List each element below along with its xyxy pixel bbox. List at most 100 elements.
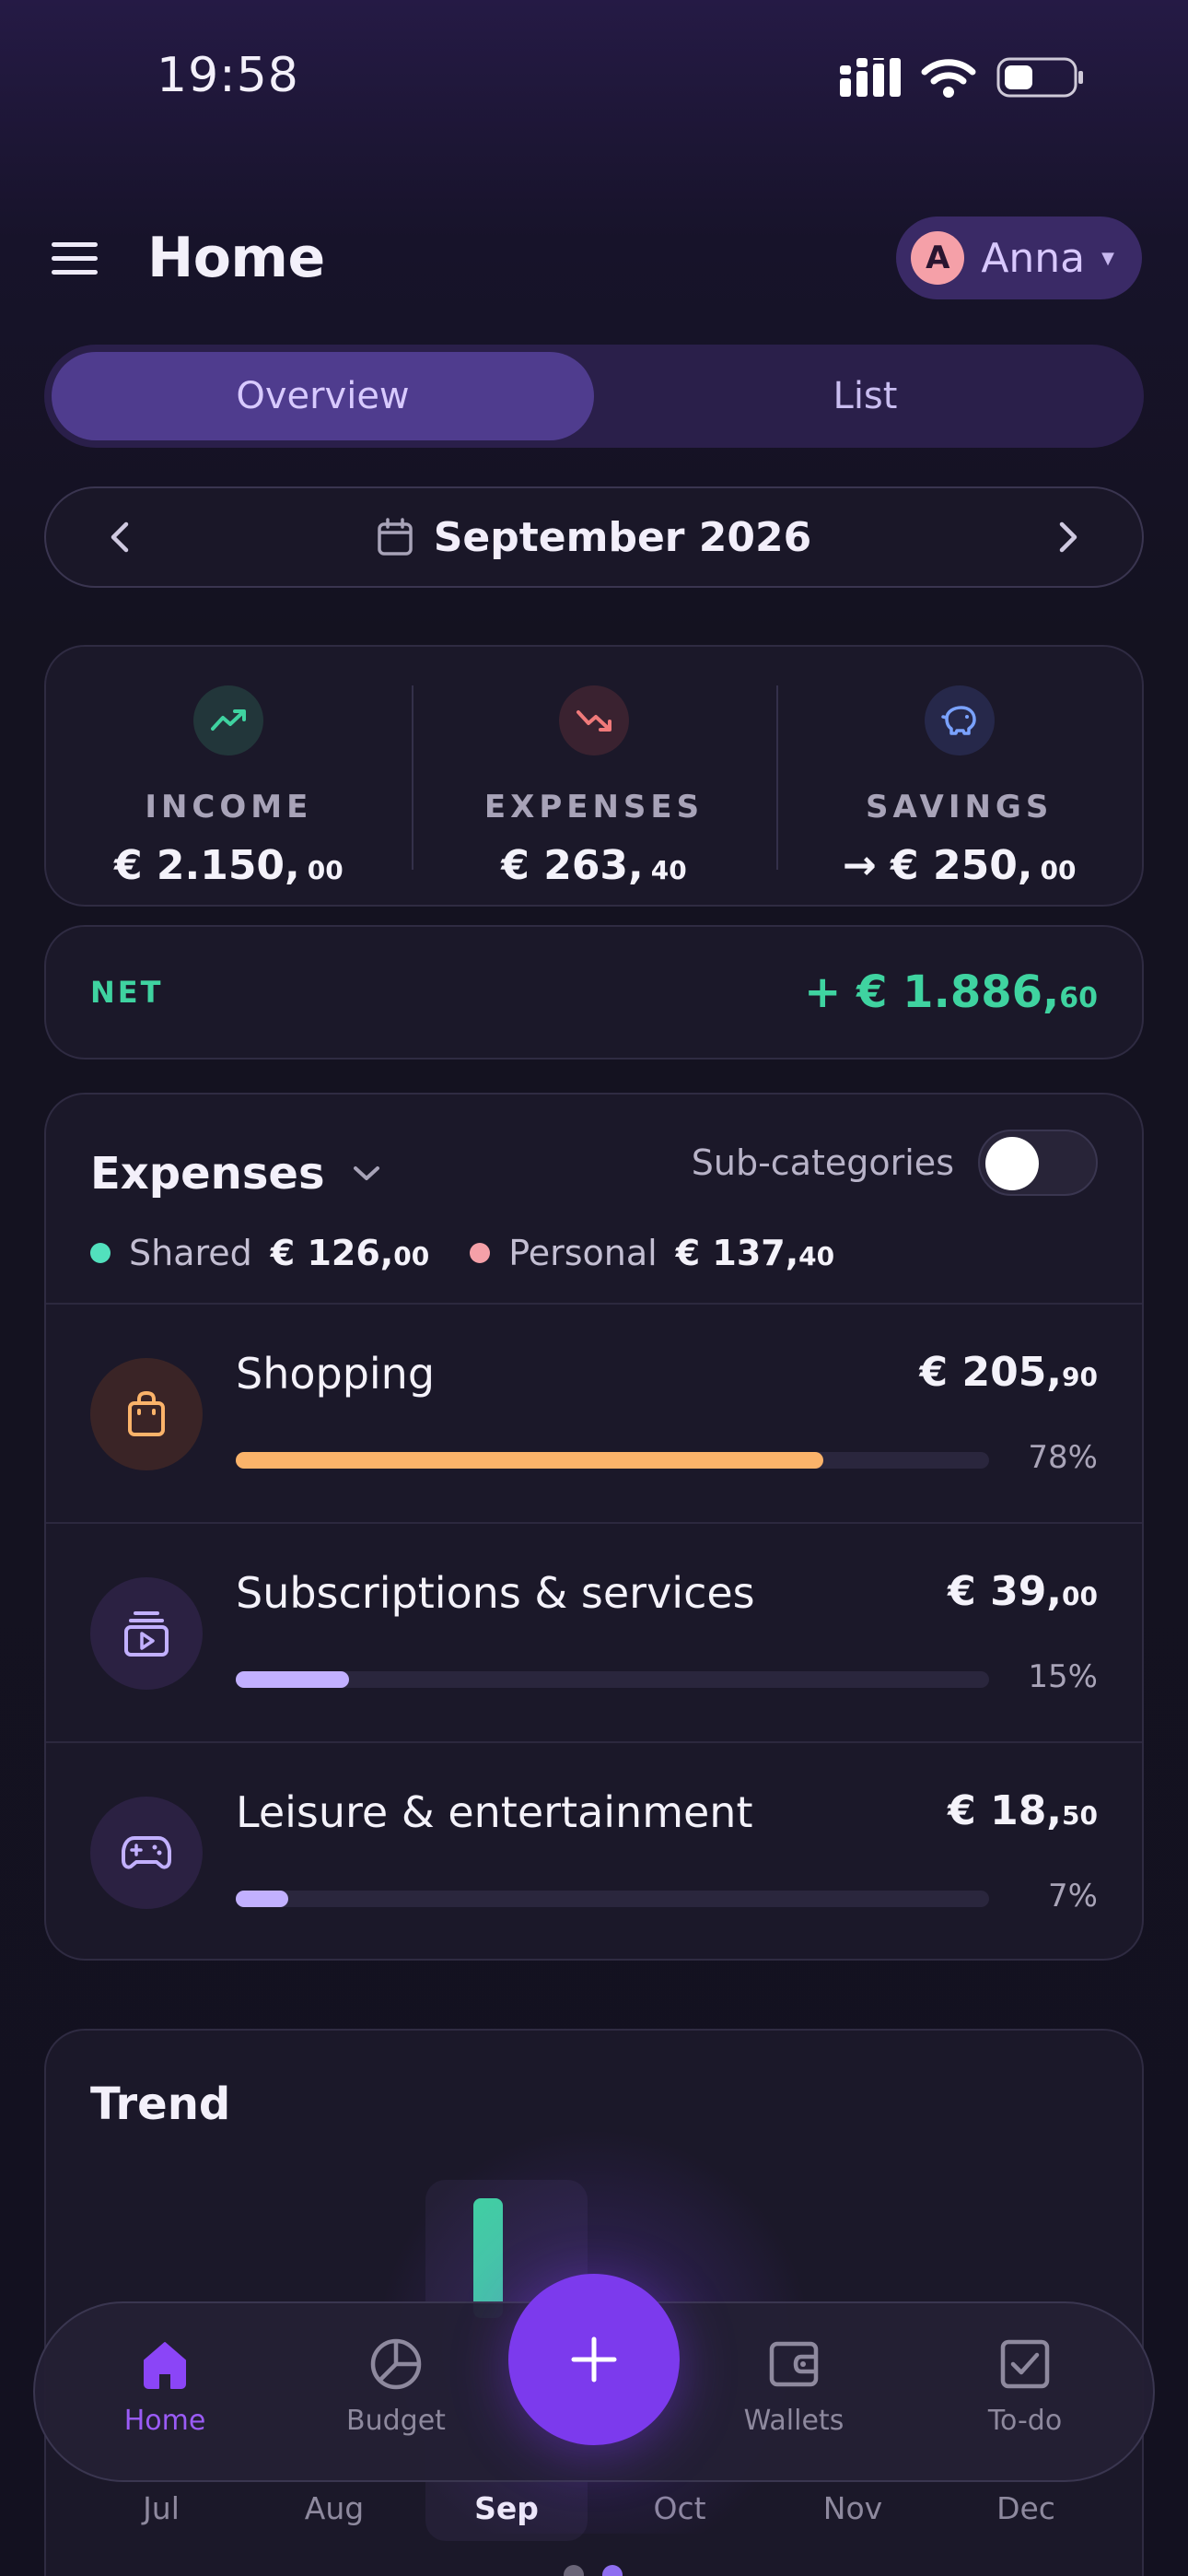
subscriptions-icon bbox=[90, 1577, 203, 1690]
income-value: € 2.150, 00 bbox=[113, 842, 344, 889]
nav-label: Budget bbox=[346, 2405, 446, 2437]
trend-bar-sep bbox=[473, 2198, 503, 2318]
app-header: Home A Anna ▼ bbox=[46, 214, 1142, 302]
category-percent: 15% bbox=[1028, 1658, 1098, 1695]
home-icon bbox=[144, 2342, 186, 2389]
home-screen: 19:58 Home A Anna ▼ Overview List Septem… bbox=[0, 0, 1188, 2576]
net-label: NET bbox=[90, 975, 164, 1010]
chevron-right-icon bbox=[1059, 521, 1077, 553]
hamburger-menu-icon[interactable] bbox=[52, 230, 107, 286]
calendar-icon bbox=[377, 518, 413, 556]
status-icons bbox=[840, 57, 1085, 98]
expenses-breakdown-card: Expenses Sub-categories Shared € 126,00 … bbox=[44, 1093, 1144, 1961]
pager-dot bbox=[564, 2565, 584, 2576]
category-progress-track bbox=[236, 1891, 989, 1907]
shared-dot bbox=[90, 1243, 111, 1263]
category-name: Subscriptions & services bbox=[236, 1568, 755, 1618]
savings-summary[interactable]: SAVINGS → € 250, 00 bbox=[776, 647, 1142, 905]
trend-month-label[interactable]: Aug bbox=[305, 2490, 364, 2526]
nav-wallets[interactable]: Wallets bbox=[702, 2336, 886, 2437]
trend-pager[interactable] bbox=[564, 2565, 623, 2576]
checkbox-icon bbox=[1000, 2339, 1050, 2389]
trend-month-label[interactable]: Dec bbox=[996, 2490, 1055, 2526]
category-progress-fill bbox=[236, 1671, 349, 1688]
subcategories-control: Sub-categories bbox=[692, 1130, 1098, 1196]
view-tabs: Overview List bbox=[44, 345, 1144, 448]
avatar: A bbox=[911, 231, 965, 285]
subcategories-label: Sub-categories bbox=[691, 1142, 954, 1183]
summary-card: INCOME € 2.150, 00 EXPENSES € 263, 40 SAVI… bbox=[44, 645, 1144, 907]
tab-list[interactable]: List bbox=[594, 352, 1136, 440]
next-month-button[interactable] bbox=[995, 519, 1142, 556]
income-label: INCOME bbox=[145, 789, 313, 825]
expenses-title: Expenses bbox=[90, 1148, 325, 1200]
trend-month-labels: Jul Aug Sep Oct Nov Dec bbox=[141, 2490, 1055, 2526]
month-selector: September 2026 bbox=[44, 486, 1144, 588]
add-transaction-button[interactable] bbox=[508, 2274, 680, 2445]
gamepad-icon bbox=[90, 1797, 203, 1909]
income-summary[interactable]: INCOME € 2.150, 00 bbox=[46, 647, 412, 905]
legend-personal-value: € 137,40 bbox=[675, 1233, 835, 1273]
battery-icon bbox=[996, 57, 1083, 98]
nav-label: Wallets bbox=[743, 2405, 844, 2437]
caret-down-icon: ▼ bbox=[1101, 248, 1114, 268]
category-amount: € 205,90 bbox=[919, 1349, 1098, 1396]
subcategories-toggle[interactable] bbox=[978, 1130, 1098, 1196]
net-card: NET + € 1.886,60 bbox=[44, 925, 1144, 1060]
wifi-icon bbox=[921, 59, 976, 98]
status-time: 19:58 bbox=[157, 48, 299, 103]
category-amount: € 18,50 bbox=[948, 1787, 1098, 1834]
category-percent: 78% bbox=[1028, 1439, 1098, 1476]
expenses-type-dropdown[interactable]: Expenses bbox=[90, 1148, 382, 1200]
toggle-knob bbox=[985, 1137, 1039, 1190]
user-name: Anna bbox=[981, 234, 1086, 282]
plus-icon bbox=[571, 2336, 617, 2383]
expenses-summary[interactable]: EXPENSES € 263, 40 bbox=[411, 647, 777, 905]
legend-shared-label: Shared bbox=[129, 1233, 252, 1273]
category-row-shopping[interactable]: Shopping € 205,90 78% bbox=[46, 1303, 1142, 1522]
category-progress-track bbox=[236, 1452, 989, 1469]
nav-label: Home bbox=[123, 2405, 206, 2437]
expenses-legend: Shared € 126,00 Personal € 137,40 bbox=[90, 1233, 834, 1273]
legend-personal-label: Personal bbox=[508, 1233, 658, 1273]
savings-value: → € 250, 00 bbox=[842, 842, 1077, 889]
trend-month-label[interactable]: Jul bbox=[141, 2490, 180, 2526]
category-row-leisure[interactable]: Leisure & entertainment € 18,50 7% bbox=[46, 1741, 1142, 1959]
page-title: Home bbox=[147, 226, 325, 290]
category-name: Shopping bbox=[236, 1349, 436, 1399]
trend-month-label[interactable]: Oct bbox=[653, 2490, 705, 2526]
category-amount: € 39,00 bbox=[948, 1568, 1098, 1615]
previous-month-button[interactable] bbox=[46, 519, 193, 556]
category-progress-track bbox=[236, 1671, 989, 1688]
trend-month-label[interactable]: Nov bbox=[823, 2490, 882, 2526]
category-progress-fill bbox=[236, 1891, 289, 1907]
pie-chart-icon bbox=[370, 2338, 422, 2390]
trend-month-label[interactable]: Sep bbox=[474, 2490, 539, 2526]
personal-dot bbox=[470, 1243, 491, 1263]
chevron-down-icon bbox=[353, 1166, 379, 1180]
category-progress-fill bbox=[236, 1452, 824, 1469]
month-label: September 2026 bbox=[433, 513, 812, 561]
wallet-icon bbox=[769, 2341, 819, 2387]
nav-home[interactable]: Home bbox=[73, 2336, 257, 2437]
expenses-value: € 263, 40 bbox=[501, 842, 687, 889]
trending-up-icon bbox=[193, 685, 264, 755]
tab-overview[interactable]: Overview bbox=[52, 352, 594, 440]
net-value: + € 1.886,60 bbox=[804, 966, 1098, 1018]
pager-dot-active bbox=[602, 2565, 623, 2576]
category-percent: 7% bbox=[1048, 1878, 1098, 1914]
expenses-label: EXPENSES bbox=[483, 789, 705, 825]
month-picker[interactable]: September 2026 bbox=[193, 514, 995, 561]
nav-label: To-do bbox=[987, 2405, 1063, 2437]
piggy-bank-icon bbox=[924, 685, 995, 755]
nav-todo[interactable]: To-do bbox=[933, 2336, 1117, 2437]
chevron-left-icon bbox=[111, 521, 129, 553]
category-name: Leisure & entertainment bbox=[236, 1787, 753, 1837]
nav-budget[interactable]: Budget bbox=[304, 2336, 488, 2437]
user-switcher[interactable]: A Anna ▼ bbox=[896, 217, 1142, 299]
savings-label: SAVINGS bbox=[866, 789, 1054, 825]
legend-shared-value: € 126,00 bbox=[270, 1233, 430, 1273]
category-row-subscriptions[interactable]: Subscriptions & services € 39,00 15% bbox=[46, 1522, 1142, 1741]
cellular-signal-icon bbox=[840, 58, 901, 97]
trending-down-icon bbox=[559, 685, 629, 755]
